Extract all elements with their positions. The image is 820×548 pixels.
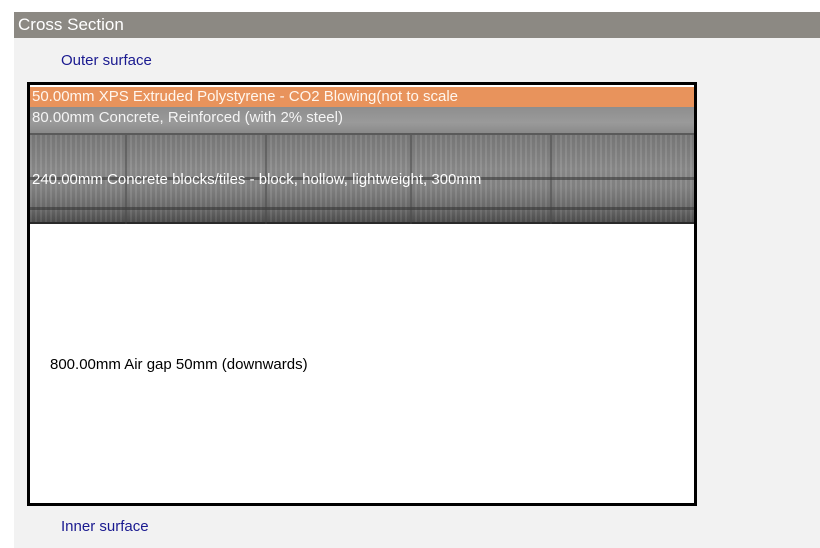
layer-reinforced-concrete[interactable]: 80.00mm Concrete, Reinforced (with 2% st… xyxy=(30,107,694,135)
inner-surface-label: Inner surface xyxy=(61,518,149,535)
block-mortar-line xyxy=(30,207,694,210)
cross-section-panel: Cross Section Outer surface 50.00mm XPS … xyxy=(14,12,820,548)
layer-label: 800.00mm Air gap 50mm (downwards) xyxy=(50,356,308,373)
layer-label: 240.00mm Concrete blocks/tiles - block, … xyxy=(32,171,482,188)
layer-label: 50.00mm XPS Extruded Polystyrene - CO2 B… xyxy=(32,88,459,105)
cross-section-diagram[interactable]: 50.00mm XPS Extruded Polystyrene - CO2 B… xyxy=(27,82,697,506)
layer-xps-insulation[interactable]: 50.00mm XPS Extruded Polystyrene - CO2 B… xyxy=(30,87,694,107)
block-joint xyxy=(550,135,552,224)
layer-label: 80.00mm Concrete, Reinforced (with 2% st… xyxy=(32,109,343,126)
layer-air-gap[interactable]: 800.00mm Air gap 50mm (downwards) xyxy=(30,226,694,503)
layer-concrete-blocks[interactable]: 240.00mm Concrete blocks/tiles - block, … xyxy=(30,135,694,224)
outer-surface-label: Outer surface xyxy=(61,52,152,69)
panel-title: Cross Section xyxy=(14,12,820,38)
